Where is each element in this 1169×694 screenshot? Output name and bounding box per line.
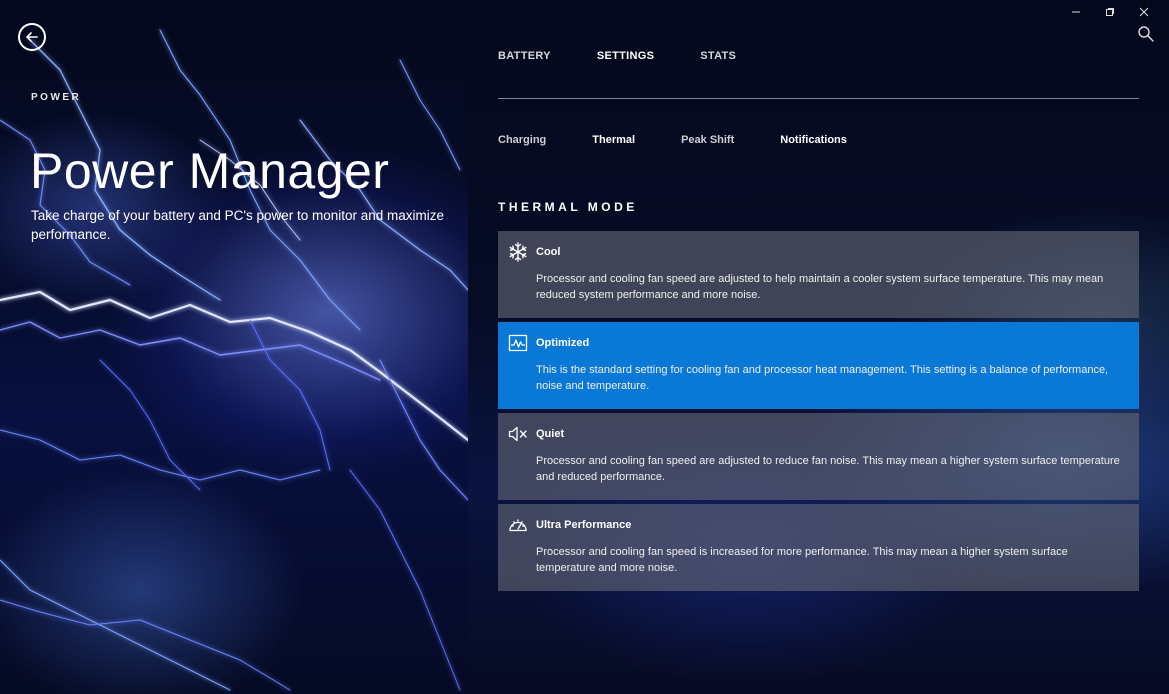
mode-option-ultra-performance[interactable]: Ultra Performance Processor and cooling … (498, 504, 1139, 591)
mode-option-quiet[interactable]: Quiet Processor and cooling fan speed ar… (498, 413, 1139, 500)
page-description: Take charge of your battery and PC's pow… (31, 208, 445, 242)
subtab-peak-shift[interactable]: Peak Shift (681, 134, 734, 146)
lightning-background-image (0, 29, 468, 691)
thermal-mode-heading: THERMAL MODE (498, 200, 638, 214)
arrow-left-icon (26, 32, 38, 42)
sub-tab-bar: Charging Thermal Peak Shift Notification… (498, 134, 893, 146)
search-icon (1138, 26, 1154, 42)
mode-name: Quiet (536, 428, 565, 440)
page-title: Power Manager (30, 143, 390, 199)
close-icon (1139, 7, 1149, 17)
maximize-button[interactable] (1093, 4, 1127, 20)
speedometer-icon (508, 515, 528, 535)
tab-settings[interactable]: SETTINGS (597, 50, 654, 62)
subtab-thermal[interactable]: Thermal (592, 134, 635, 146)
mode-option-optimized[interactable]: Optimized This is the standard setting f… (498, 322, 1139, 409)
mode-description: Processor and cooling fan speed are adju… (536, 455, 1120, 483)
mode-name: Cool (536, 246, 561, 258)
mode-name: Ultra Performance (536, 519, 632, 531)
snowflake-icon (508, 242, 528, 262)
minimize-button[interactable] (1059, 4, 1093, 20)
top-tab-bar: BATTERY SETTINGS STATS (498, 50, 782, 62)
hero-panel: POWER Power Manager Take charge of your … (0, 0, 468, 694)
maximize-icon (1106, 8, 1114, 16)
mode-description: Processor and cooling fan speed is incre… (536, 546, 1068, 574)
back-button[interactable] (18, 23, 46, 51)
close-button[interactable] (1127, 4, 1161, 20)
pulse-monitor-icon (508, 333, 528, 353)
tab-battery[interactable]: BATTERY (498, 50, 551, 62)
mode-name: Optimized (536, 337, 590, 349)
minimize-icon (1072, 11, 1080, 13)
subtab-notifications[interactable]: Notifications (780, 134, 847, 146)
search-button[interactable] (1137, 25, 1157, 45)
mode-description: Processor and cooling fan speed are adju… (536, 273, 1104, 301)
section-label: POWER (31, 92, 82, 103)
thermal-mode-list: Cool Processor and cooling fan speed are… (498, 231, 1139, 595)
window-controls (1059, 4, 1161, 20)
tab-stats[interactable]: STATS (700, 50, 736, 62)
subtab-charging[interactable]: Charging (498, 134, 546, 146)
mode-description: This is the standard setting for cooling… (536, 364, 1109, 392)
tab-divider (498, 98, 1139, 99)
mode-option-cool[interactable]: Cool Processor and cooling fan speed are… (498, 231, 1139, 318)
speaker-mute-icon (508, 424, 528, 444)
main-panel: BATTERY SETTINGS STATS Charging Thermal … (468, 0, 1169, 694)
